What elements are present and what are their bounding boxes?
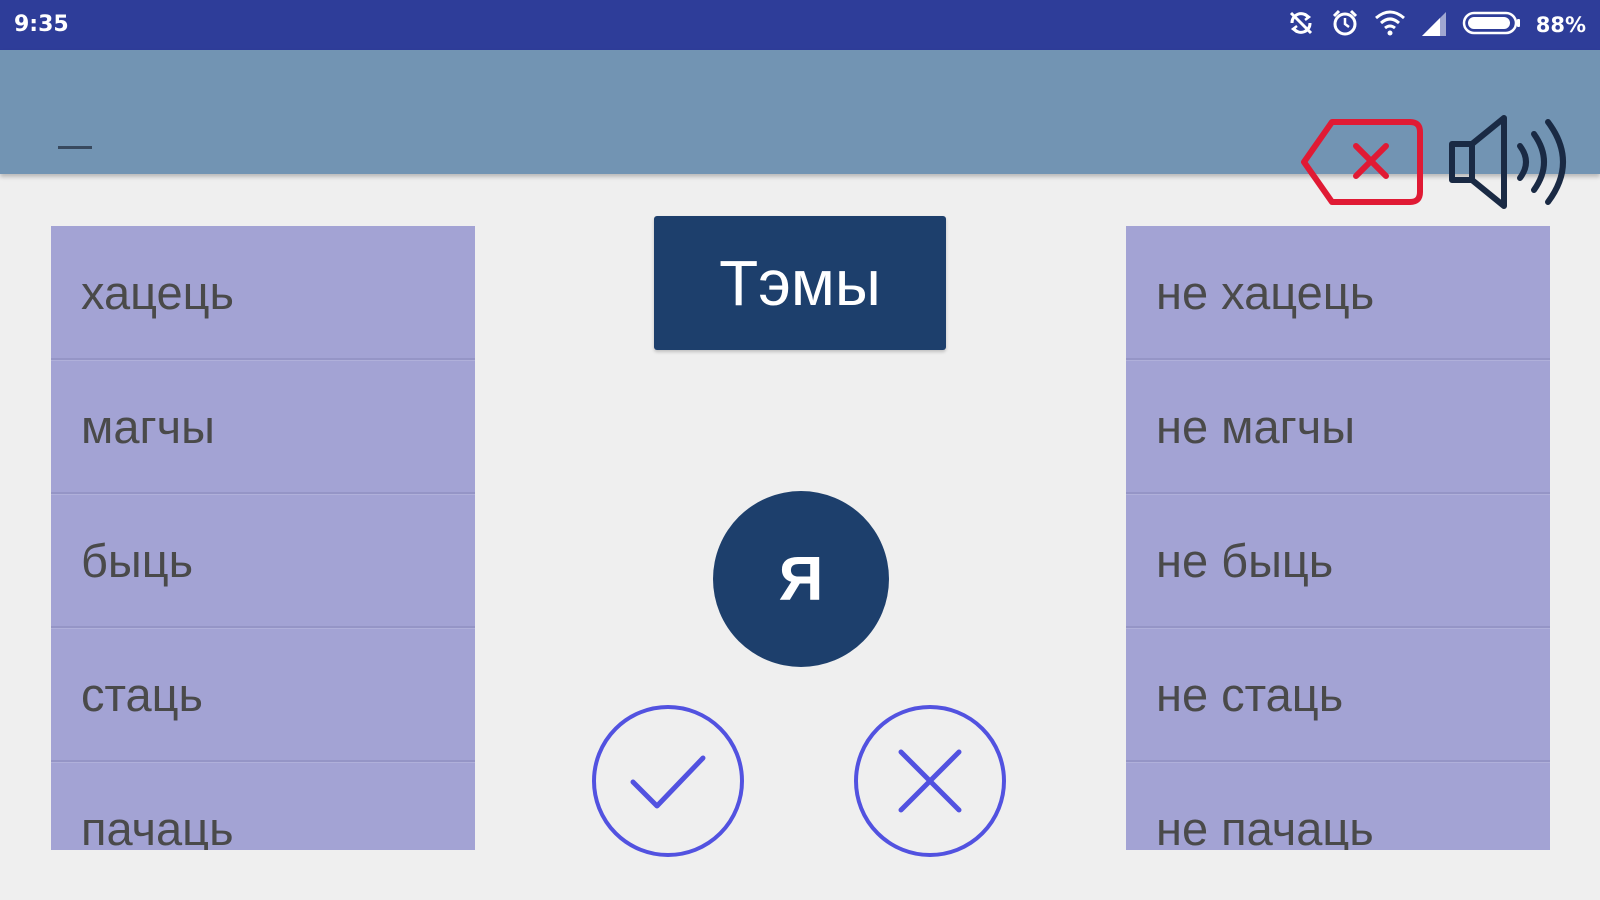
list-item[interactable]: не пачаць [1126, 762, 1550, 850]
list-item[interactable]: не быць [1126, 494, 1550, 628]
cell-signal-icon [1420, 8, 1448, 42]
check-icon [630, 755, 706, 809]
left-word-list[interactable]: хацець магчы быць стаць пачаць [51, 226, 475, 850]
clear-button[interactable] [1298, 114, 1426, 210]
battery-percent: 88% [1535, 13, 1586, 37]
right-word-list[interactable]: не хацець не магчы не быць не стаць не п… [1126, 226, 1550, 850]
cancel-button[interactable] [854, 705, 1006, 857]
list-item[interactable]: хацець [51, 226, 475, 360]
wifi-icon [1374, 8, 1406, 42]
status-icons: 88% [1286, 8, 1586, 42]
app-toolbar [0, 50, 1600, 209]
sound-button[interactable] [1446, 112, 1574, 212]
topics-button[interactable]: Тэмы [654, 216, 946, 350]
backspace-clear-icon [1301, 119, 1423, 205]
list-item[interactable]: не хацець [1126, 226, 1550, 360]
speaker-icon [1449, 115, 1566, 209]
confirm-button[interactable] [592, 705, 744, 857]
list-item[interactable]: быць [51, 494, 475, 628]
status-bar: 9:35 88% [0, 0, 1600, 50]
sync-off-icon [1286, 8, 1316, 42]
battery-icon [1462, 10, 1522, 40]
input-text-display [58, 146, 92, 149]
list-item[interactable]: не стаць [1126, 628, 1550, 762]
close-icon [898, 749, 962, 813]
list-item[interactable]: не магчы [1126, 360, 1550, 494]
status-time: 9:35 [14, 12, 69, 37]
list-item[interactable]: пачаць [51, 762, 475, 850]
list-item[interactable]: стаць [51, 628, 475, 762]
list-item[interactable]: магчы [51, 360, 475, 494]
alarm-icon [1330, 8, 1360, 42]
pronoun-button[interactable]: Я [713, 491, 889, 667]
